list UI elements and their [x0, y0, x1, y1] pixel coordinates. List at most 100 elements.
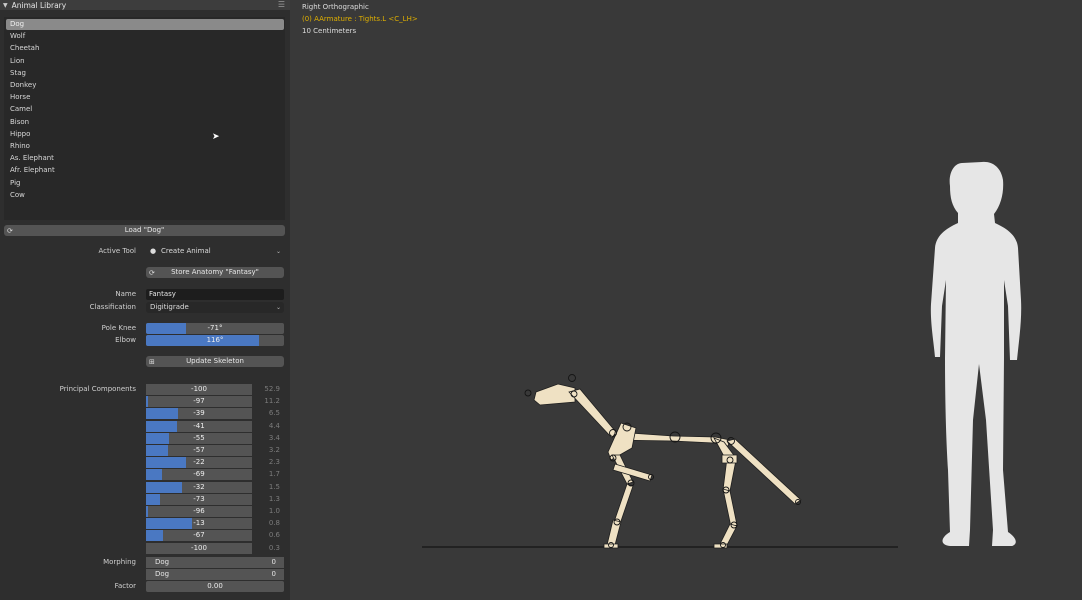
principal-component-value: -32 — [193, 482, 205, 491]
list-item-horse[interactable]: Horse — [6, 92, 284, 103]
principal-component-fill — [146, 396, 148, 408]
principal-component-fill — [146, 408, 178, 420]
principal-component-variance: 4.4 — [268, 421, 280, 430]
principal-component-value: -100 — [191, 385, 207, 393]
panel-header[interactable]: ▼ Animal Library ☰ — [0, 0, 290, 10]
principal-component-value: -73 — [193, 494, 205, 503]
scene-canvas[interactable] — [290, 0, 1082, 600]
list-item-pig[interactable]: Pig — [6, 178, 284, 189]
classification-dropdown[interactable]: Digitigrade ⌄ — [146, 302, 284, 313]
principal-component-variance: 6.5 — [268, 409, 280, 418]
rear-foot-bone[interactable] — [719, 523, 738, 546]
principal-component-slider[interactable]: -39 — [146, 408, 252, 420]
principal-component-variance: 1.7 — [268, 470, 280, 479]
rear-shin-bone[interactable] — [722, 488, 738, 528]
principal-component-value: -97 — [193, 397, 205, 406]
principal-component-fill — [146, 493, 160, 505]
principal-component-slider[interactable]: -22 — [146, 457, 252, 469]
pole-knee-value: -71° — [207, 324, 223, 332]
principal-component-slider[interactable]: -57 — [146, 445, 252, 456]
principal-component-variance: 3.2 — [268, 446, 280, 454]
principal-component-variance: 52.9 — [264, 385, 280, 393]
collapse-triangle-icon[interactable]: ▼ — [3, 2, 8, 9]
principal-component-fill — [146, 481, 183, 493]
load-button-label: Load "Dog" — [124, 226, 165, 234]
tail-bone[interactable] — [726, 438, 802, 505]
list-item-as-elephant[interactable]: As. Elephant — [6, 153, 284, 164]
principal-component-variance: 0.3 — [268, 543, 280, 552]
principal-component-value: -57 — [193, 446, 205, 454]
principal-component-slider[interactable]: -100 — [146, 384, 252, 395]
principal-component-value: -41 — [193, 421, 205, 430]
principal-component-slider[interactable]: -55 — [146, 432, 252, 444]
morphing-row[interactable]: Dog 0 — [146, 569, 284, 580]
pole-knee-label: Pole Knee — [101, 324, 136, 332]
principal-component-fill — [146, 506, 149, 517]
list-item-camel[interactable]: Camel — [6, 104, 284, 115]
classification-label: Classification — [89, 303, 136, 311]
principal-component-slider[interactable]: -41 — [146, 420, 252, 432]
principal-component-slider[interactable]: -69 — [146, 469, 252, 481]
principal-component-variance: 1.0 — [268, 507, 280, 515]
list-item-bison[interactable]: Bison — [6, 117, 284, 128]
list-item-wolf[interactable]: Wolf — [6, 31, 284, 42]
principal-component-slider[interactable]: -67 — [146, 530, 252, 542]
principal-component-slider[interactable]: -97 — [146, 396, 252, 408]
list-item-cheetah[interactable]: Cheetah — [6, 43, 284, 54]
principal-component-variance: 1.5 — [268, 482, 280, 491]
list-item-rhino[interactable]: Rhino — [6, 141, 284, 152]
skull-bone[interactable] — [533, 383, 576, 406]
principal-component-slider[interactable]: -13 — [146, 518, 252, 530]
human-reference-silhouette — [930, 161, 1022, 546]
factor-slider[interactable]: 0.00 — [146, 581, 284, 592]
animal-skeleton[interactable] — [524, 374, 802, 549]
elbow-slider[interactable]: 116° — [146, 335, 284, 346]
principal-component-variance: 3.4 — [268, 433, 280, 442]
principal-component-slider[interactable]: -96 — [146, 506, 252, 517]
principal-component-fill — [146, 469, 162, 481]
principal-component-fill — [146, 530, 163, 542]
principal-component-variance: 0.6 — [268, 531, 280, 540]
store-anatomy-button[interactable]: ⟳ Store Anatomy "Fantasy" — [146, 267, 284, 278]
pole-knee-fill — [146, 323, 187, 334]
update-button-label: Update Skeleton — [186, 357, 244, 365]
animal-list[interactable]: ▸ DogWolfCheetahLionStagDonkeyHorseCamel… — [4, 17, 285, 234]
name-label: Name — [115, 290, 136, 298]
list-item-donkey[interactable]: Donkey — [6, 80, 284, 91]
store-icon: ⟳ — [149, 269, 155, 277]
load-animal-button[interactable]: ⟳ Load "Dog" — [4, 225, 285, 236]
list-item-afr-elephant[interactable]: Afr. Elephant — [6, 165, 284, 176]
principal-component-slider[interactable]: -32 — [146, 481, 252, 493]
panel-title: Animal Library — [11, 0, 67, 10]
morphing-row[interactable]: Dog 0 — [146, 557, 284, 568]
principal-component-slider[interactable]: -100 — [146, 542, 252, 554]
list-item-hippo[interactable]: Hippo — [6, 129, 284, 140]
chevron-down-icon: ⌄ — [275, 248, 281, 255]
principal-component-value: -39 — [193, 409, 205, 418]
name-field[interactable]: Fantasy — [146, 289, 284, 300]
animal-library-panel: ▼ Animal Library ☰ ▸ DogWolfCheetahLionS… — [0, 0, 290, 600]
list-item-stag[interactable]: Stag — [6, 68, 284, 79]
morphing-value: 0 — [271, 558, 276, 566]
list-item-cow[interactable]: Cow — [6, 190, 284, 201]
principal-component-value: -69 — [193, 470, 205, 479]
update-skeleton-button[interactable]: ⊞ Update Skeleton — [146, 356, 284, 367]
list-item-lion[interactable]: Lion — [6, 56, 284, 67]
morphing-name: Dog — [155, 558, 170, 566]
list-item-dog[interactable]: Dog — [6, 19, 284, 30]
front-forearm-bone[interactable] — [612, 463, 653, 482]
store-button-label: Store Anatomy "Fantasy" — [171, 268, 259, 276]
principal-component-value: -100 — [191, 543, 207, 552]
pole-knee-slider[interactable]: -71° — [146, 323, 284, 334]
drag-handle-icon[interactable]: ☰ — [278, 0, 285, 9]
principal-component-value: -13 — [193, 519, 205, 528]
active-tool-dropdown[interactable]: ● Create Animal ⌄ — [146, 246, 284, 257]
create-animal-icon: ● — [150, 247, 157, 255]
front-lower-leg-bone[interactable] — [613, 483, 634, 525]
mouse-cursor-icon: ➤ — [212, 132, 220, 142]
rear-pelvis-bone[interactable] — [721, 454, 738, 464]
principal-components-label: Principal Components — [59, 385, 136, 393]
morphing-label: Morphing — [103, 558, 136, 566]
principal-component-slider[interactable]: -73 — [146, 493, 252, 505]
3d-viewport[interactable]: Right Orthographic (0) AArmature : Tight… — [290, 0, 1082, 600]
